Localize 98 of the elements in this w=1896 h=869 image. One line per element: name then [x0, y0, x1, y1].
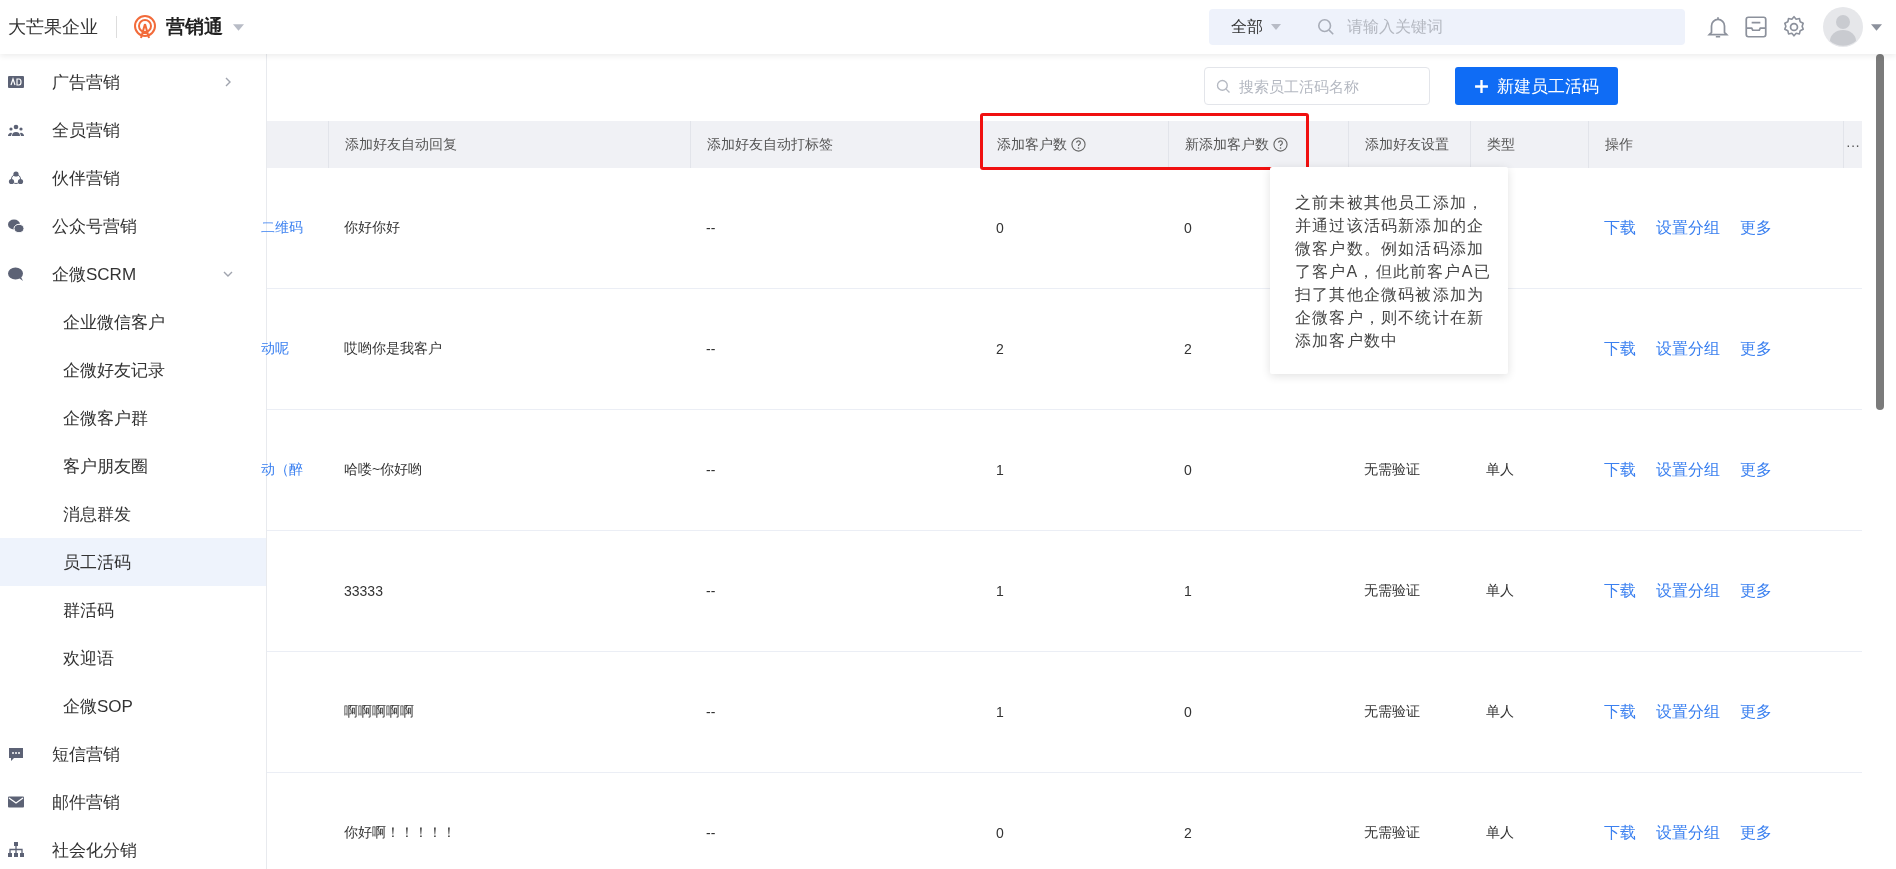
sidebar-item[interactable]: 全员营销 [0, 106, 266, 154]
sidebar-subitem[interactable]: 消息群发 [0, 490, 266, 538]
action-link[interactable]: 设置分组 [1656, 701, 1720, 723]
table-cell: 0 [996, 825, 1004, 841]
inbox-icon[interactable] [1743, 14, 1769, 40]
table-cell: 2 [1184, 341, 1192, 357]
help-icon[interactable] [1071, 137, 1086, 152]
table-cell: 无需验证 [1364, 703, 1420, 721]
action-link[interactable]: 更多 [1740, 459, 1772, 481]
create-button[interactable]: 新建员工活码 [1455, 67, 1618, 105]
action-link[interactable]: 下载 [1604, 701, 1636, 723]
action-link[interactable]: 设置分组 [1656, 580, 1720, 602]
table-cell: 1 [1184, 583, 1192, 599]
action-link[interactable]: 更多 [1740, 822, 1772, 844]
menu-icon [8, 170, 24, 186]
sidebar-item[interactable]: 短信营销 [0, 730, 266, 778]
tooltip-text: 之前未被其他员工添加，并通过该活码新添加的企微客户数。例如活码添加了客户A，但此前客户A已扫了其他企微码被添加为企微客户，则不统计在新添加客户数中 [1295, 194, 1491, 349]
table-cell: 你好啊！！！！！ [344, 824, 456, 842]
app-name[interactable]: 营销通 [166, 14, 223, 40]
action-link[interactable]: 更多 [1740, 580, 1772, 602]
sidebar-subitem[interactable]: 欢迎语 [0, 634, 266, 682]
column-header: 操作 [1588, 121, 1843, 168]
table-cell: 单人 [1486, 703, 1514, 721]
sidebar-item[interactable]: 伙伴营销 [0, 154, 266, 202]
action-link[interactable]: 下载 [1604, 217, 1636, 239]
action-link[interactable]: 设置分组 [1656, 459, 1720, 481]
action-link[interactable]: 设置分组 [1656, 822, 1720, 844]
table-cell: 哈喽~你好哟 [344, 461, 423, 479]
table-cell: -- [706, 825, 716, 841]
table-cell: 2 [1184, 825, 1192, 841]
action-link[interactable]: 下载 [1604, 822, 1636, 844]
sidebar-subitem[interactable]: 企微SOP [0, 682, 266, 730]
table-cell: 无需验证 [1364, 824, 1420, 842]
table-cell: 无需验证 [1364, 461, 1420, 479]
table-cell: 你好你好 [344, 219, 400, 237]
table-cell: 啊啊啊啊啊 [344, 703, 414, 721]
caret-icon[interactable] [233, 23, 244, 31]
scope-dropdown[interactable]: 全部 [1209, 9, 1295, 45]
search-icon [1216, 79, 1231, 94]
menu-icon [8, 122, 24, 138]
table-cell: 无需验证 [1364, 582, 1420, 600]
column-header: ··· [1843, 121, 1862, 168]
menu-icon [8, 74, 24, 90]
action-link[interactable]: 更多 [1740, 217, 1772, 239]
table-cell: 1 [996, 583, 1004, 599]
action-link[interactable]: 下载 [1604, 459, 1636, 481]
menu-icon [8, 266, 24, 282]
help-icon[interactable] [1273, 137, 1288, 152]
sidebar-subitem[interactable]: 群活码 [0, 586, 266, 634]
table-cell: 单人 [1486, 582, 1514, 600]
menu-icon [8, 842, 24, 858]
scrollbar[interactable] [1876, 54, 1884, 410]
column-header: 添加客户数 [980, 121, 1168, 168]
table-cell: -- [706, 704, 716, 720]
table-cell: -- [706, 341, 716, 357]
action-link[interactable]: 下载 [1604, 580, 1636, 602]
table-cell: 1 [996, 462, 1004, 478]
sidebar-item[interactable]: 企微SCRM [0, 250, 266, 298]
table-cell: 0 [1184, 220, 1192, 236]
table-cell: 哎哟你是我客户 [344, 340, 442, 358]
action-link[interactable]: 下载 [1604, 338, 1636, 360]
table-cell: 33333 [344, 583, 383, 599]
caret-icon[interactable] [1271, 24, 1281, 30]
sidebar-subitem[interactable]: 企微客户群 [0, 394, 266, 442]
table-cell: -- [706, 462, 716, 478]
avatar-icon[interactable] [1823, 7, 1863, 47]
table-cell: 单人 [1486, 824, 1514, 842]
action-link[interactable]: 更多 [1740, 338, 1772, 360]
global-search-field[interactable]: 全部 请输入关键词 [1209, 9, 1685, 45]
menu-icon [8, 794, 24, 810]
column-header: 添加好友自动打标签 [690, 121, 980, 168]
caret-icon[interactable] [1871, 23, 1882, 31]
table-cell: -- [706, 583, 716, 599]
plus-icon [1474, 78, 1489, 94]
action-link[interactable]: 设置分组 [1656, 217, 1720, 239]
table-cell: 2 [996, 341, 1004, 357]
table-cell: 0 [1184, 704, 1192, 720]
table-cell: -- [706, 220, 716, 236]
radio-tower-icon [133, 15, 157, 39]
table-cell: 0 [1184, 462, 1192, 478]
code-name-link[interactable]: 动（醉 [261, 461, 303, 479]
bell-icon[interactable] [1705, 14, 1731, 40]
company-name: 大芒果企业 [8, 16, 98, 39]
search-icon [1317, 18, 1335, 36]
sidebar-item[interactable]: 社会化分销 [0, 826, 266, 869]
action-link[interactable]: 更多 [1740, 701, 1772, 723]
code-name-link[interactable]: 二维码 [261, 219, 303, 237]
action-link[interactable]: 设置分组 [1656, 338, 1720, 360]
table-cell: 1 [996, 704, 1004, 720]
search-field[interactable]: 搜索员工活码名称 [1204, 67, 1430, 105]
table-cell: 单人 [1486, 461, 1514, 479]
menu-icon [8, 746, 24, 762]
table-cell: 0 [996, 220, 1004, 236]
menu-icon [8, 218, 24, 234]
sidebar-item[interactable]: 邮件营销 [0, 778, 266, 826]
sidebar-subitem[interactable]: 员工活码 [0, 538, 266, 586]
sidebar-item[interactable]: 广告营销 [0, 58, 266, 106]
column-header: 添加好友自动回复 [328, 121, 690, 168]
